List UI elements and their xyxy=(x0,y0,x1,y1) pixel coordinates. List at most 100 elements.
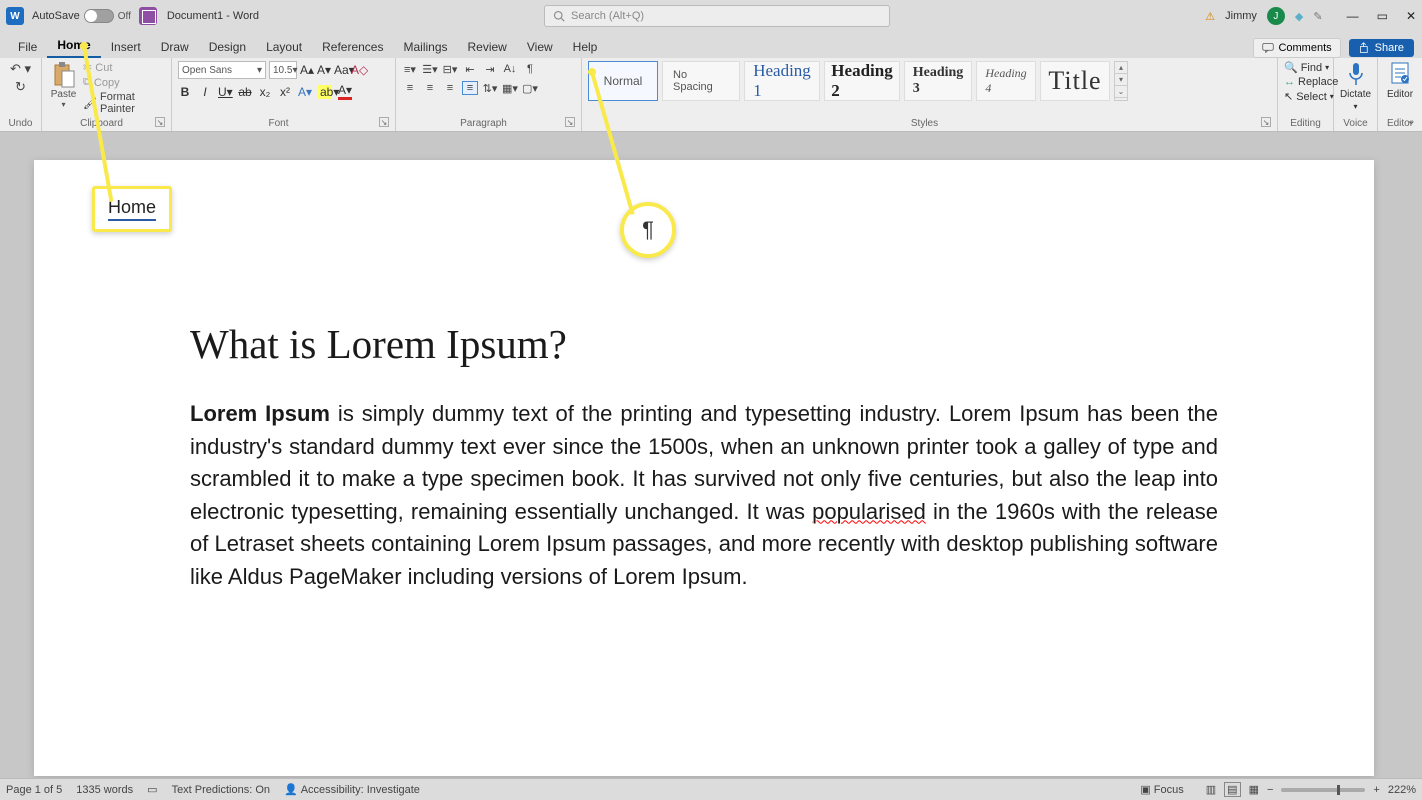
tab-review[interactable]: Review xyxy=(458,36,517,58)
find-button[interactable]: 🔍Find▾ xyxy=(1284,61,1327,74)
style-heading-1[interactable]: Heading 1 xyxy=(744,61,820,101)
status-words[interactable]: 1335 words xyxy=(76,784,133,796)
web-layout-button[interactable]: ▦ xyxy=(1249,783,1259,796)
increase-indent-button[interactable]: ⇥ xyxy=(482,62,498,76)
share-button[interactable]: Share xyxy=(1349,39,1414,57)
dictate-button[interactable]: Dictate▾ xyxy=(1340,61,1371,111)
decrease-font-button[interactable]: A▾ xyxy=(317,63,331,77)
borders-button[interactable]: ▢▾ xyxy=(522,81,538,95)
show-hide-paragraph-button[interactable]: ¶ xyxy=(522,61,538,77)
numbering-button[interactable]: ☰▾ xyxy=(422,62,438,76)
search-input[interactable]: Search (Alt+Q) xyxy=(544,5,890,27)
redo-button[interactable]: ↻ xyxy=(15,79,26,95)
diamond-icon[interactable]: ◆ xyxy=(1295,10,1303,23)
autosave-toggle[interactable] xyxy=(84,9,114,23)
maximize-button[interactable]: ▭ xyxy=(1377,9,1388,23)
paragraph-launcher[interactable]: ↘ xyxy=(565,117,575,127)
status-accessibility[interactable]: 👤Accessibility: Investigate xyxy=(284,783,420,796)
tab-help[interactable]: Help xyxy=(563,36,608,58)
sort-button[interactable]: A↓ xyxy=(502,62,518,76)
styles-launcher[interactable]: ↘ xyxy=(1261,117,1271,127)
increase-font-button[interactable]: A▴ xyxy=(300,63,314,77)
zoom-out-button[interactable]: − xyxy=(1267,784,1273,796)
style-heading-3[interactable]: Heading 3 xyxy=(904,61,972,101)
copy-button[interactable]: ⧉Copy xyxy=(83,76,165,89)
justify-button[interactable]: ≡ xyxy=(462,81,478,95)
italic-button[interactable]: I xyxy=(198,85,212,99)
style-title[interactable]: Title xyxy=(1040,61,1110,101)
tab-view[interactable]: View xyxy=(517,36,563,58)
line-spacing-button[interactable]: ⇅▾ xyxy=(482,81,498,95)
comments-button[interactable]: Comments xyxy=(1253,38,1340,58)
font-label: Font xyxy=(178,117,379,129)
focus-mode-button[interactable]: ▣Focus xyxy=(1140,783,1183,796)
print-layout-button[interactable]: ▤ xyxy=(1224,782,1240,797)
font-name-dropdown[interactable]: Open Sans▾ xyxy=(178,61,266,79)
font-color-button[interactable]: A▾ xyxy=(338,83,352,100)
user-name[interactable]: Jimmy xyxy=(1225,10,1257,22)
clear-formatting-button[interactable]: A◇ xyxy=(351,63,365,77)
pen-icon[interactable]: ✎ xyxy=(1313,10,1322,23)
status-predictions[interactable]: Text Predictions: On xyxy=(172,784,270,796)
align-center-button[interactable]: ≡ xyxy=(422,81,438,95)
tab-references[interactable]: References xyxy=(312,36,393,58)
multilevel-button[interactable]: ⊟▾ xyxy=(442,62,458,76)
replace-button[interactable]: ↔Replace xyxy=(1284,76,1327,88)
zoom-slider[interactable] xyxy=(1281,788,1365,792)
read-mode-button[interactable]: ▥ xyxy=(1206,783,1216,796)
styles-scroll[interactable]: ▴▾⌄ xyxy=(1114,61,1128,101)
subscript-button[interactable]: x₂ xyxy=(258,85,272,99)
change-case-button[interactable]: Aa▾ xyxy=(334,63,348,77)
underline-button[interactable]: U▾ xyxy=(218,85,232,99)
tab-file[interactable]: File xyxy=(8,36,47,58)
zoom-level[interactable]: 222% xyxy=(1388,784,1416,796)
collapse-ribbon-button[interactable]: ⌄ xyxy=(1407,114,1416,127)
search-placeholder: Search (Alt+Q) xyxy=(571,10,644,22)
undo-button[interactable]: ↶ ▾ xyxy=(10,61,31,77)
document-page[interactable]: What is Lorem Ipsum? Lorem Ipsum is simp… xyxy=(34,160,1374,776)
tab-design[interactable]: Design xyxy=(199,36,256,58)
save-icon[interactable] xyxy=(139,7,157,25)
style-no-spacing[interactable]: No Spacing xyxy=(662,61,740,101)
align-right-button[interactable]: ≡ xyxy=(442,81,458,95)
bullets-button[interactable]: ≡▾ xyxy=(402,62,418,76)
clipboard-launcher[interactable]: ↘ xyxy=(155,117,165,127)
cut-button[interactable]: ✂Cut xyxy=(83,61,165,74)
highlight-button[interactable]: ab▾ xyxy=(318,85,332,99)
warning-icon[interactable]: ⚠ xyxy=(1205,10,1215,23)
status-page[interactable]: Page 1 of 5 xyxy=(6,784,62,796)
font-size-dropdown[interactable]: 10.5▾ xyxy=(269,61,297,79)
superscript-button[interactable]: x² xyxy=(278,85,292,99)
shading-button[interactable]: ▦▾ xyxy=(502,81,518,95)
paste-button[interactable]: Paste ▾ xyxy=(48,61,79,109)
decrease-indent-button[interactable]: ⇤ xyxy=(462,62,478,76)
text-effects-button[interactable]: A▾ xyxy=(298,85,312,99)
tab-home[interactable]: Home xyxy=(47,34,100,58)
tab-draw[interactable]: Draw xyxy=(151,36,199,58)
tab-insert[interactable]: Insert xyxy=(101,36,151,58)
find-icon: 🔍 xyxy=(1284,61,1298,74)
doc-heading[interactable]: What is Lorem Ipsum? xyxy=(190,320,1218,368)
bold-button[interactable]: B xyxy=(178,85,192,99)
align-left-button[interactable]: ≡ xyxy=(402,81,418,95)
tab-layout[interactable]: Layout xyxy=(256,36,312,58)
editing-label: Editing xyxy=(1284,117,1327,129)
close-button[interactable]: ✕ xyxy=(1406,9,1416,23)
avatar[interactable]: J xyxy=(1267,7,1285,25)
status-spell-icon[interactable]: ▭ xyxy=(147,783,157,796)
style-heading-2[interactable]: Heading 2 xyxy=(824,61,900,101)
tab-mailings[interactable]: Mailings xyxy=(393,36,457,58)
editing-group: 🔍Find▾ ↔Replace ↖Select▾ Editing xyxy=(1278,58,1334,131)
select-button[interactable]: ↖Select▾ xyxy=(1284,90,1327,103)
minimize-button[interactable]: — xyxy=(1347,9,1359,23)
editor-button[interactable]: Editor xyxy=(1384,61,1416,100)
paragraph-label: Paragraph xyxy=(402,117,565,129)
font-launcher[interactable]: ↘ xyxy=(379,117,389,127)
doc-spell-error[interactable]: popularised xyxy=(812,499,926,524)
doc-body[interactable]: Lorem Ipsum is simply dummy text of the … xyxy=(190,398,1218,593)
strikethrough-button[interactable]: ab xyxy=(238,85,252,99)
zoom-in-button[interactable]: + xyxy=(1373,784,1379,796)
ribbon: ↶ ▾ ↻ Undo Paste ▾ ✂Cut ⧉Copy 🖌Format Pa… xyxy=(0,58,1422,132)
title-bar: W AutoSave Off Document1 - Word Search (… xyxy=(0,0,1422,32)
style-heading-4[interactable]: Heading 4 xyxy=(976,61,1036,101)
